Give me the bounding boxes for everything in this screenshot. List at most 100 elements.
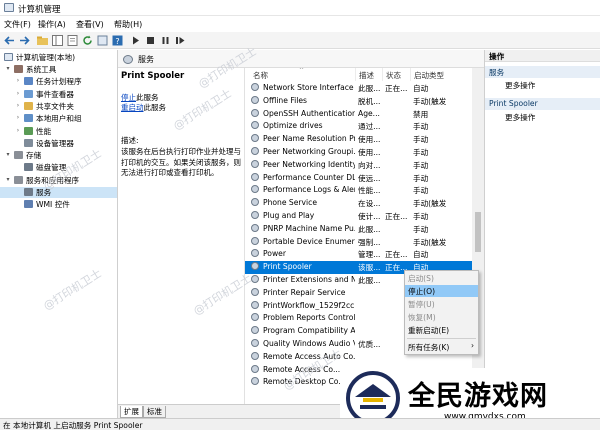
- expander-arrow-icon[interactable]: ›: [14, 127, 22, 134]
- service-row[interactable]: PNRP Machine Name Pu... 此服... 手动: [245, 223, 475, 236]
- service-name: Network Store Interface ...: [263, 83, 355, 92]
- tree-node-icon: [24, 77, 33, 86]
- service-gear-icon: [251, 326, 259, 335]
- service-name: Performance Logs & Aler...: [263, 185, 355, 195]
- expander-arrow-icon[interactable]: ›: [14, 90, 22, 97]
- tree-item-label: 设备管理器: [36, 138, 74, 148]
- tree-item[interactable]: › 任务计划程序: [0, 76, 117, 87]
- expander-arrow-icon[interactable]: ▾: [4, 65, 12, 72]
- pause-service-icon[interactable]: [159, 34, 172, 47]
- tree-root[interactable]: 计算机管理(本地): [2, 52, 118, 63]
- tree-item[interactable]: 设备管理器: [0, 138, 117, 149]
- service-row[interactable]: Portable Device Enumera...强制... 手动(触发: [245, 236, 475, 249]
- service-gear-icon: [251, 134, 259, 143]
- service-row[interactable]: Power 管理... 正在... 自动: [245, 248, 475, 261]
- column-status[interactable]: 状态: [383, 68, 411, 81]
- menu-action[interactable]: 操作(A): [38, 19, 66, 30]
- service-name: Peer Networking Identity...: [263, 159, 355, 169]
- service-desc: 通过...: [358, 122, 381, 132]
- service-row[interactable]: Performance Logs & Aler... 性能... 手动: [245, 184, 475, 197]
- service-name: Portable Device Enumera...: [263, 236, 355, 246]
- service-startup: 手动: [413, 148, 429, 157]
- more-actions-print-spooler[interactable]: 更多操作: [485, 111, 600, 123]
- tree-item-label: WMI 控件: [36, 200, 70, 210]
- actions-group-print-spooler[interactable]: Print Spooler: [485, 98, 600, 110]
- service-startup: 自动: [413, 250, 429, 260]
- tree-item[interactable]: › 共享文件夹: [0, 101, 117, 112]
- scrollbar-thumb[interactable]: [475, 212, 481, 252]
- service-row[interactable]: Performance Counter DL... 使远... 手动: [245, 172, 475, 185]
- help-icon[interactable]: ?: [111, 34, 124, 47]
- expander-arrow-icon[interactable]: ›: [14, 102, 22, 109]
- actions-group-services[interactable]: 服务: [485, 66, 600, 78]
- back-arrow-icon[interactable]: [3, 34, 16, 47]
- service-row[interactable]: Peer Networking Groupi... 使用... 手动: [245, 146, 475, 159]
- menu-pause[interactable]: 暂停(U): [405, 298, 478, 310]
- stop-service-icon[interactable]: [144, 34, 157, 47]
- menu-restart[interactable]: 重新启动(E): [405, 324, 478, 336]
- tree-item[interactable]: 服务: [0, 187, 117, 198]
- service-startup: 手动: [413, 186, 429, 196]
- service-name: Plug and Play: [263, 211, 315, 220]
- expander-arrow-icon[interactable]: ›: [14, 77, 22, 84]
- service-startup: 自动: [413, 84, 429, 93]
- service-startup: 手动: [413, 160, 429, 170]
- show-hide-tree-icon[interactable]: [51, 34, 64, 47]
- service-status: 正在...: [385, 84, 408, 93]
- description-text: 该服务在后台执行打印作业并处理与打印机的交互。如果关闭该服务，则无法进行打印或查…: [121, 147, 241, 177]
- service-name: Print Spooler: [263, 262, 312, 272]
- expander-arrow-icon[interactable]: ▾: [4, 176, 12, 183]
- menu-file[interactable]: 文件(F): [4, 19, 31, 30]
- start-service-icon[interactable]: [129, 34, 142, 47]
- service-desc: 性能...: [358, 186, 381, 196]
- properties-icon[interactable]: [66, 34, 79, 47]
- tree-item[interactable]: › 性能: [0, 126, 117, 137]
- menu-stop[interactable]: 停止(O): [405, 285, 478, 297]
- service-row[interactable]: Plug and Play 使计... 正在... 手动: [245, 210, 475, 223]
- expander-arrow-icon[interactable]: ›: [14, 114, 22, 121]
- menu-start[interactable]: 启动(S): [405, 272, 478, 284]
- tree-node-icon: [24, 101, 33, 110]
- service-desc: 使计...: [358, 212, 381, 221]
- menu-view[interactable]: 查看(V): [76, 19, 104, 30]
- service-row[interactable]: Peer Name Resolution Pr... 使用... 手动: [245, 133, 475, 146]
- logo-text: 全民游戏网: [408, 381, 548, 412]
- tree-node-icon: [24, 188, 33, 196]
- refresh-icon[interactable]: [81, 34, 94, 47]
- menu-all-tasks[interactable]: 所有任务(K) ›: [405, 341, 478, 353]
- title-bar: 计算机管理: [0, 0, 600, 16]
- menu-resume[interactable]: 恢复(M): [405, 311, 478, 323]
- service-desc: 使远...: [358, 173, 381, 183]
- service-row[interactable]: Phone Service 在设... 手动(触发: [245, 197, 475, 210]
- stop-service-link[interactable]: 停止: [121, 93, 136, 102]
- services-title: 服务: [138, 55, 154, 64]
- service-row[interactable]: Offline Files 脱机... 手动(触发: [245, 95, 475, 108]
- tree-item[interactable]: › 本地用户和组: [0, 113, 117, 124]
- service-name: Offline Files: [263, 95, 307, 105]
- folder-up-icon[interactable]: [36, 34, 49, 47]
- forward-arrow-icon[interactable]: [18, 34, 31, 47]
- status-bar: 在 本地计算机 上启动服务 Print Spooler: [0, 418, 600, 430]
- export-list-icon[interactable]: [96, 34, 109, 47]
- service-row[interactable]: Optimize drives 通过... 手动: [245, 120, 475, 133]
- restart-service-icon[interactable]: [174, 34, 187, 47]
- service-row[interactable]: OpenSSH Authentication ...Age... 禁用: [245, 108, 475, 121]
- column-name[interactable]: 名称 ^: [245, 68, 356, 81]
- menu-help[interactable]: 帮助(H): [114, 19, 142, 30]
- restart-service-link[interactable]: 重启动: [121, 103, 144, 112]
- tree-item[interactable]: WMI 控件: [0, 199, 117, 210]
- service-gear-icon: [251, 287, 259, 296]
- tab-extended[interactable]: 扩展: [120, 406, 143, 418]
- more-actions-services[interactable]: 更多操作: [485, 79, 600, 91]
- expander-arrow-icon[interactable]: ▾: [4, 151, 12, 158]
- service-row[interactable]: Peer Networking Identity... 向对... 手动: [245, 159, 475, 172]
- tree-item[interactable]: › 事件查看器: [0, 89, 117, 100]
- service-gear-icon: [251, 262, 259, 271]
- tree-item[interactable]: ▾ 系统工具: [0, 64, 117, 75]
- service-row[interactable]: Network Store Interface ... 此服... 正在... 自动: [245, 82, 475, 95]
- column-description[interactable]: 描述: [356, 68, 383, 81]
- column-startup-type[interactable]: 启动类型: [411, 68, 475, 81]
- computer-icon: [4, 53, 13, 61]
- tree-node-icon: [14, 175, 23, 184]
- tab-standard[interactable]: 标准: [143, 406, 166, 418]
